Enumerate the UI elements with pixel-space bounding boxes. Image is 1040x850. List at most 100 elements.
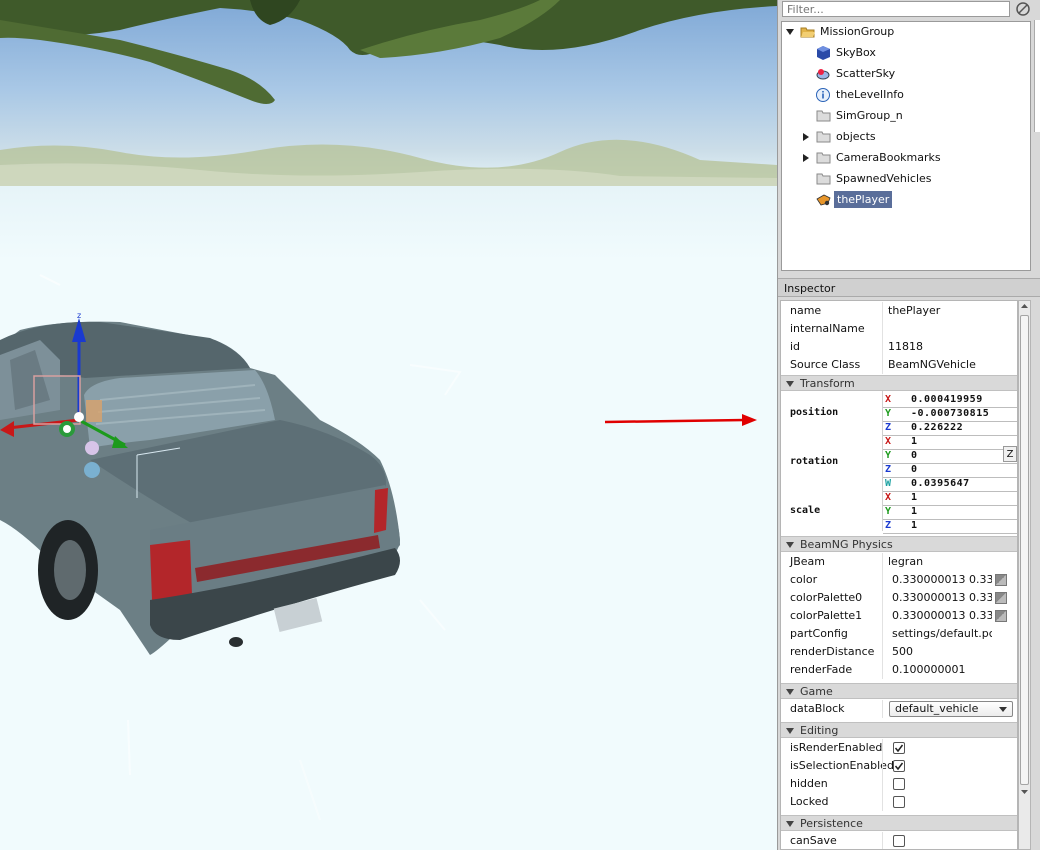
group-beamng-physics[interactable]: BeamNG Physics [781, 536, 1017, 552]
tree-item-scattersky[interactable]: ScatterSky [816, 64, 1016, 84]
field-locked: Locked [781, 793, 1017, 811]
rotation-y-field[interactable]: Y0 [883, 449, 1017, 464]
tree-item-label: thePlayer [834, 191, 893, 208]
folder-icon [816, 152, 831, 164]
field-isselectionenabled: isSelectionEnabled [781, 757, 1017, 775]
group-persistence[interactable]: Persistence [781, 815, 1017, 831]
tree-item-camerabookmarks[interactable]: CameraBookmarks [802, 148, 1016, 168]
inspector-panel[interactable]: name thePlayer internalName id 11818 Sou… [780, 300, 1018, 850]
field-name[interactable]: name thePlayer [781, 302, 1017, 320]
field-datablock[interactable]: dataBlock default_vehicle [781, 700, 1017, 718]
inspector-header: Inspector [778, 278, 1040, 297]
field-value[interactable]: settings/default.pc [892, 625, 992, 643]
expand-right-icon[interactable] [802, 154, 810, 162]
checkmark-icon [894, 744, 904, 753]
collapse-icon [786, 689, 794, 695]
color-picker-icon[interactable] [995, 592, 1007, 604]
rotation-x-field[interactable]: X1 [883, 435, 1017, 450]
field-value: BeamNGVehicle [888, 358, 976, 371]
scene-filter-input[interactable] [782, 1, 1010, 17]
field-internalname[interactable]: internalName [781, 320, 1017, 338]
field-partconfig[interactable]: partConfig settings/default.pc [781, 625, 1017, 643]
position-x-field[interactable]: X 0.000419959 [883, 393, 1017, 408]
position-label: position [790, 407, 839, 418]
rotation-w-field[interactable]: W 0.0395647 [883, 477, 1017, 492]
expand-right-icon[interactable] [802, 133, 810, 141]
tree-item-theplayer[interactable]: thePlayer [816, 190, 1016, 210]
inspector-scrollbar[interactable] [1018, 300, 1031, 850]
group-transform[interactable]: Transform [781, 375, 1017, 391]
tree-item-missiongroup[interactable]: MissionGroup [786, 22, 1026, 42]
3d-viewport[interactable]: z [0, 0, 777, 850]
tree-item-label: MissionGroup [820, 25, 895, 38]
skybox-cube-icon [817, 46, 830, 60]
tree-item-label: theLevelInfo [836, 88, 904, 101]
group-game[interactable]: Game [781, 683, 1017, 699]
vehicle-icon [816, 194, 831, 206]
tree-item-label: SkyBox [836, 46, 876, 59]
datablock-dropdown[interactable]: default_vehicle [889, 701, 1013, 717]
tree-item-skybox[interactable]: SkyBox [816, 43, 1016, 63]
scroll-up-icon[interactable] [1020, 302, 1029, 311]
clear-filter-icon[interactable] [1015, 1, 1031, 17]
color-picker-icon[interactable] [995, 574, 1007, 586]
info-icon [816, 88, 830, 102]
folder-open-icon [800, 27, 815, 38]
field-renderdistance[interactable]: renderDistance 500 [781, 643, 1017, 661]
tree-item-label: ScatterSky [836, 67, 896, 80]
scrollbar-thumb[interactable] [1020, 315, 1029, 785]
folder-icon [816, 110, 831, 122]
field-color[interactable]: color 0.330000013 0.3300 [781, 571, 1017, 589]
collapse-icon [786, 728, 794, 734]
field-value[interactable]: 0.330000013 0.3300 [892, 607, 992, 625]
field-id: id 11818 [781, 338, 1017, 356]
gizmo-z-label: z [77, 311, 82, 320]
field-value[interactable]: 0.330000013 0.3300 [892, 571, 992, 589]
field-source-class: Source Class BeamNGVehicle [781, 356, 1017, 374]
z-axis-button[interactable]: Z [1003, 446, 1017, 462]
isselectionenabled-checkbox[interactable] [893, 760, 905, 772]
tree-item-label: CameraBookmarks [836, 151, 941, 164]
hidden-checkbox[interactable] [893, 778, 905, 790]
tree-item-objects[interactable]: objects [802, 127, 1016, 147]
scale-y-field[interactable]: Y1 [883, 505, 1017, 520]
rotation-label: rotation [790, 456, 839, 467]
scale-label: scale [790, 505, 821, 516]
folder-icon [816, 131, 831, 143]
field-value[interactable]: legran [888, 553, 988, 571]
field-renderfade[interactable]: renderFade 0.100000001 [781, 661, 1017, 679]
tree-item-simgroup[interactable]: SimGroup_n [816, 106, 1016, 126]
field-jbeam[interactable]: JBeam legran [781, 553, 1017, 571]
field-value[interactable]: 0.330000013 0.3300 [892, 589, 992, 607]
field-cansave: canSave [781, 832, 1017, 849]
field-value[interactable]: 500 [892, 643, 992, 661]
isrenderenabled-checkbox[interactable] [893, 742, 905, 754]
field-colorpalette1[interactable]: colorPalette1 0.330000013 0.3300 [781, 607, 1017, 625]
position-y-field[interactable]: Y -0.000730815 [883, 407, 1017, 422]
side-dock-tab[interactable] [1034, 20, 1040, 132]
rotation-z-field[interactable]: Z0 [883, 463, 1017, 478]
tree-item-spawnedvehicles[interactable]: SpawnedVehicles [816, 169, 1016, 189]
collapse-icon [786, 381, 794, 387]
expand-down-icon[interactable] [786, 28, 794, 36]
field-hidden: hidden [781, 775, 1017, 793]
scene-tree[interactable]: MissionGroup SkyBox ScatterSky theLevelI… [781, 21, 1031, 271]
scale-x-field[interactable]: X1 [883, 491, 1017, 506]
chevron-down-icon [999, 707, 1007, 712]
scale-z-field[interactable]: Z1 [883, 519, 1017, 534]
collapse-icon [786, 821, 794, 827]
scattersky-icon [816, 69, 830, 80]
field-value[interactable]: 0.100000001 [892, 661, 992, 679]
field-value[interactable]: thePlayer [888, 302, 988, 320]
cansave-checkbox[interactable] [893, 835, 905, 847]
tree-item-thelevelinfo[interactable]: theLevelInfo [816, 85, 1016, 105]
color-picker-icon[interactable] [995, 610, 1007, 622]
scroll-down-icon[interactable] [1020, 787, 1029, 796]
position-z-field[interactable]: Z 0.226222 [883, 421, 1017, 436]
field-colorpalette0[interactable]: colorPalette0 0.330000013 0.3300 [781, 589, 1017, 607]
group-editing[interactable]: Editing [781, 722, 1017, 738]
field-value: 11818 [888, 340, 923, 353]
tree-item-label: SimGroup_n [836, 109, 903, 122]
collapse-icon [786, 542, 794, 548]
locked-checkbox[interactable] [893, 796, 905, 808]
